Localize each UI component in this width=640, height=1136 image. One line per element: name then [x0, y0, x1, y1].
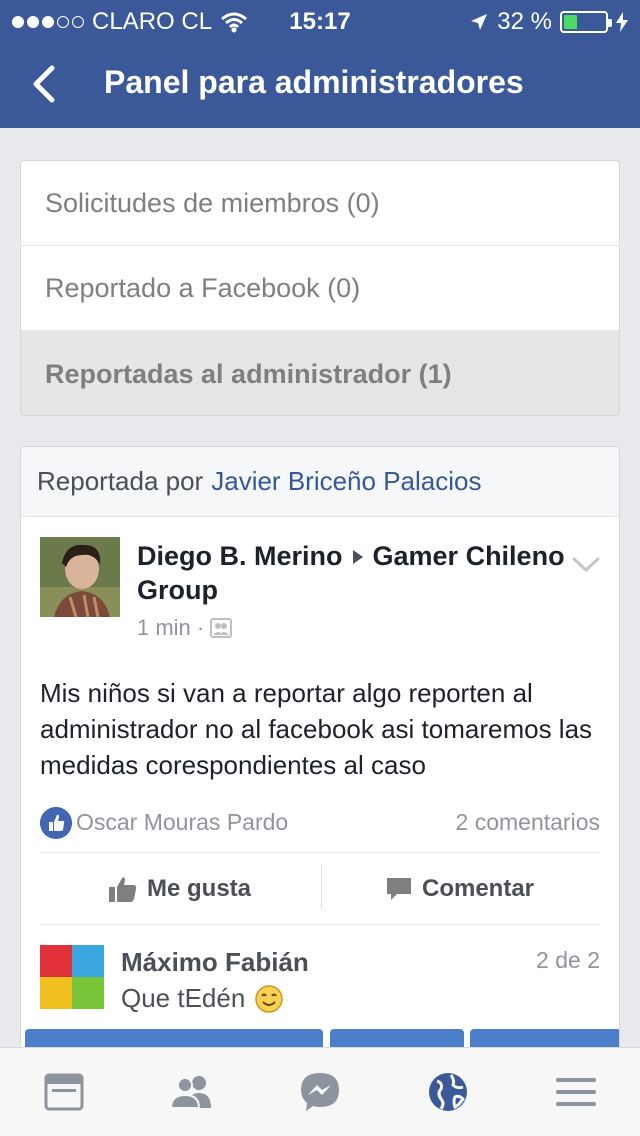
tab-news-feed[interactable] — [0, 1048, 128, 1136]
battery-percent: 32 % — [497, 8, 552, 35]
post-time[interactable]: 1 min · — [137, 615, 204, 641]
triangle-right-icon — [352, 549, 363, 564]
tab-messenger[interactable] — [256, 1048, 384, 1136]
post-actions: Me gusta Comentar — [40, 853, 600, 925]
post-author-link[interactable]: Diego B. Merino — [137, 541, 343, 571]
reported-post-card: Reportada por Javier Briceño Palacios Di… — [20, 446, 620, 1086]
globe-icon — [429, 1073, 467, 1111]
back-arrow-icon[interactable] — [26, 62, 66, 106]
status-right: 32 % — [469, 8, 628, 36]
group-audience-icon — [210, 618, 233, 638]
page-title: Panel para administradores — [104, 64, 524, 100]
reactions-row: Oscar Mouras Pardo 2 comentarios — [40, 797, 600, 853]
comments-count[interactable]: 2 comentarios — [456, 809, 600, 836]
menu-item-member-requests[interactable]: Solicitudes de miembros (0) — [21, 161, 619, 246]
comment-button[interactable]: Comentar — [320, 853, 600, 924]
top-bar: CLARO CL 15:17 32 % Panel para administr… — [0, 0, 640, 128]
status-bar: CLARO CL 15:17 32 % — [0, 0, 640, 40]
admin-menu: Solicitudes de miembros (0) Reportado a … — [20, 160, 620, 416]
tab-friends[interactable] — [128, 1048, 256, 1136]
commenter-name[interactable]: Máximo Fabián — [121, 947, 309, 978]
post-body: Mis niños si van a reportar algo reporte… — [40, 678, 593, 780]
like-reaction-icon — [40, 807, 72, 839]
post-meta: 1 min · — [137, 615, 233, 641]
comment-item: Máximo Fabián 2 de 2 Que tEdén — [21, 925, 619, 1015]
comment-text: Que tEdén — [121, 983, 246, 1013]
menu-item-reported-to-admin[interactable]: Reportadas al administrador (1) — [21, 331, 619, 415]
nav-bar: Panel para administradores — [0, 40, 640, 128]
smile-emoji-icon — [255, 984, 284, 1013]
hamburger-menu-icon — [556, 1078, 596, 1106]
reactor-name[interactable]: Oscar Mouras Pardo — [76, 809, 288, 836]
comment-bubble-icon — [386, 877, 411, 900]
news-feed-icon — [44, 1073, 84, 1111]
menu-item-reported-to-facebook[interactable]: Reportado a Facebook (0) — [21, 246, 619, 331]
tab-bar — [0, 1047, 640, 1136]
battery-icon — [560, 11, 612, 33]
post-title: Diego B. Merino Gamer Chileno Group — [137, 539, 577, 607]
friends-icon — [169, 1076, 211, 1109]
chevron-down-icon[interactable] — [571, 555, 601, 575]
tab-menu[interactable] — [512, 1048, 640, 1136]
thumbs-up-icon — [108, 876, 137, 902]
commenter-avatar[interactable] — [40, 945, 104, 1009]
like-button[interactable]: Me gusta — [40, 853, 320, 924]
tab-notifications-globe[interactable] — [384, 1048, 512, 1136]
location-arrow-icon — [471, 14, 488, 30]
reporter-name-link[interactable]: Javier Briceño Palacios — [211, 466, 481, 497]
actions-divider — [321, 865, 322, 909]
messenger-icon — [301, 1073, 339, 1111]
author-avatar[interactable] — [40, 537, 120, 617]
reported-by-label: Reportada por — [37, 466, 204, 496]
comment-label: Comentar — [421, 874, 535, 902]
comment-body: Que tEdén — [121, 983, 284, 1014]
comment-position: 2 de 2 — [536, 947, 600, 973]
like-label: Me gusta — [146, 874, 251, 902]
charging-bolt-icon — [616, 12, 628, 32]
post-header: Diego B. Merino Gamer Chileno Group 1 min… — [21, 517, 619, 647]
report-header: Reportada por Javier Briceño Palacios — [21, 447, 619, 517]
